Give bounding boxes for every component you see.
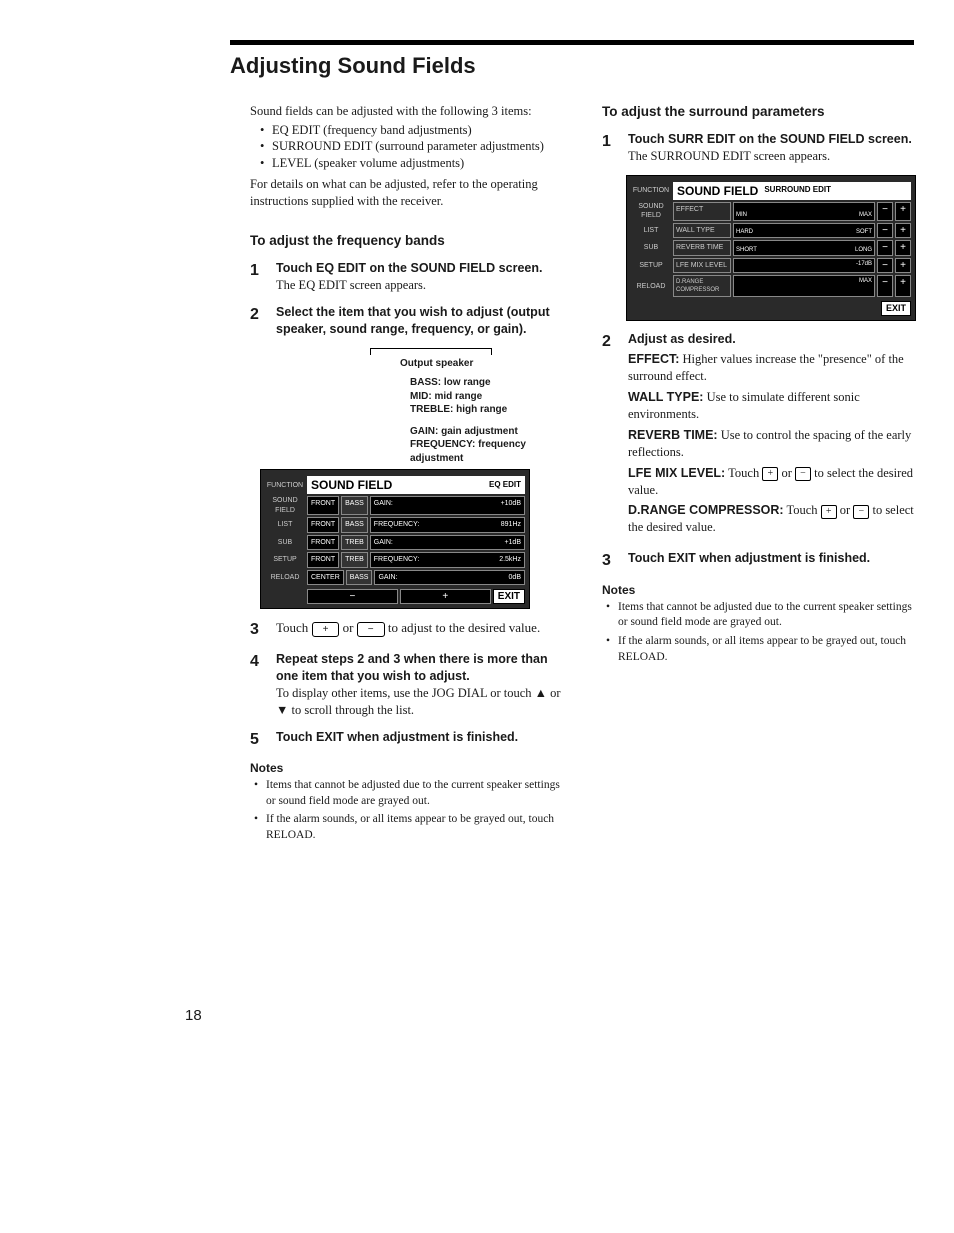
minus-icon: −: [853, 505, 869, 519]
legend-gain: GAIN: gain adjustment: [410, 425, 562, 439]
eq-sub: EQ EDIT: [489, 480, 521, 491]
eq-plus[interactable]: +: [400, 589, 491, 605]
minus-btn[interactable]: −: [877, 202, 893, 221]
note-item: If the alarm sounds, or all items appear…: [612, 634, 914, 665]
plus-btn[interactable]: +: [895, 202, 911, 221]
page-number: 18: [185, 1006, 914, 1026]
sur-sub: SURROUND EDIT: [764, 185, 831, 196]
plus-button-icon: +: [312, 622, 340, 637]
minus-btn[interactable]: −: [877, 240, 893, 256]
eq-panel: FUNCTION SOUND FIELDEQ EDIT SOUND FIELD …: [260, 469, 530, 609]
surround-panel: FUNCTION SOUND FIELD SURROUND EDIT SOUND…: [626, 175, 916, 321]
left-subhead: To adjust the frequency bands: [250, 232, 562, 250]
step-number: 3: [602, 550, 618, 572]
sur-exit[interactable]: EXIT: [881, 301, 911, 315]
minus-btn[interactable]: −: [877, 258, 893, 274]
left-column: Sound fields can be adjusted with the fo…: [250, 103, 562, 847]
step-1: 1 Touch EQ EDIT on the SOUND FIELD scree…: [250, 260, 562, 294]
step-number: 2: [602, 331, 618, 541]
step-text: The EQ EDIT screen appears.: [276, 277, 562, 294]
plus-btn[interactable]: +: [895, 240, 911, 256]
legend-output: Output speaker: [400, 357, 562, 371]
step-bold: Repeat steps 2 and 3 when there is more …: [276, 651, 562, 685]
step-number: 1: [602, 131, 618, 165]
legend-mid: MID: mid range: [410, 390, 562, 404]
step-number: 4: [250, 651, 266, 719]
step-bold: Adjust as desired.: [628, 331, 914, 348]
intro-line: Sound fields can be adjusted with the fo…: [250, 103, 562, 120]
eq-side: FUNCTION: [265, 476, 305, 494]
step-bold: Touch SURR EDIT on the SOUND FIELD scree…: [628, 131, 914, 148]
legend-freq: FREQUENCY: frequency adjustment: [410, 438, 562, 465]
intro: Sound fields can be adjusted with the fo…: [250, 103, 562, 210]
note-item: Items that cannot be adjusted due to the…: [260, 778, 562, 809]
header-rule: [230, 40, 914, 45]
step3-mid: or: [343, 620, 357, 635]
intro-item: SURROUND EDIT (surround parameter adjust…: [264, 138, 562, 155]
notes-heading: Notes: [250, 760, 562, 776]
step-number: 5: [250, 729, 266, 751]
plus-icon: +: [821, 505, 837, 519]
plus-btn[interactable]: +: [895, 275, 911, 297]
step-2: 2 Select the item that you wish to adjus…: [250, 304, 562, 338]
note-item: Items that cannot be adjusted due to the…: [612, 600, 914, 631]
minus-btn[interactable]: −: [877, 223, 893, 239]
step3-post: to adjust to the desired value.: [388, 620, 540, 635]
step-3: 3 Touch + or − to adjust to the desired …: [250, 619, 562, 641]
step-bold: Select the item that you wish to adjust …: [276, 304, 562, 338]
step3-pre: Touch: [276, 620, 312, 635]
step-number: 3: [250, 619, 266, 641]
eq-exit[interactable]: EXIT: [493, 589, 525, 605]
notes-heading: Notes: [602, 582, 914, 598]
right-subhead: To adjust the surround parameters: [602, 103, 914, 121]
plus-btn[interactable]: +: [895, 223, 911, 239]
intro-item: LEVEL (speaker volume adjustments): [264, 155, 562, 172]
step-text: The SURROUND EDIT screen appears.: [628, 148, 914, 165]
step-number: 2: [250, 304, 266, 338]
step-text: To display other items, use the JOG DIAL…: [276, 685, 562, 719]
legend-bass: BASS: low range: [410, 376, 562, 390]
sur-title: SOUND FIELD: [677, 183, 758, 199]
step-3r: 3 Touch EXIT when adjustment is finished…: [602, 550, 914, 572]
eq-diagram: Output speaker BASS: low range MID: mid …: [260, 348, 562, 610]
step-bold: Touch EQ EDIT on the SOUND FIELD screen.: [276, 260, 562, 277]
eq-title: SOUND FIELD: [311, 477, 392, 493]
step-2r: 2 Adjust as desired. EFFECT: Higher valu…: [602, 331, 914, 541]
minus-button-icon: −: [357, 622, 385, 637]
step-bold: Touch EXIT when adjustment is finished.: [628, 550, 914, 567]
plus-icon: +: [762, 467, 778, 481]
step-number: 1: [250, 260, 266, 294]
legend-treble: TREBLE: high range: [410, 403, 562, 417]
step-5: 5 Touch EXIT when adjustment is finished…: [250, 729, 562, 751]
right-column: To adjust the surround parameters 1 Touc…: [602, 103, 914, 847]
step-bold: Touch EXIT when adjustment is finished.: [276, 729, 562, 746]
plus-btn[interactable]: +: [895, 258, 911, 274]
eq-minus[interactable]: −: [307, 589, 398, 605]
note-item: If the alarm sounds, or all items appear…: [260, 812, 562, 843]
step-1r: 1 Touch SURR EDIT on the SOUND FIELD scr…: [602, 131, 914, 165]
minus-btn[interactable]: −: [877, 275, 893, 297]
intro-tail: For details on what can be adjusted, ref…: [250, 176, 562, 210]
intro-item: EQ EDIT (frequency band adjustments): [264, 122, 562, 139]
step-4: 4 Repeat steps 2 and 3 when there is mor…: [250, 651, 562, 719]
minus-icon: −: [795, 467, 811, 481]
page-title: Adjusting Sound Fields: [230, 51, 914, 81]
